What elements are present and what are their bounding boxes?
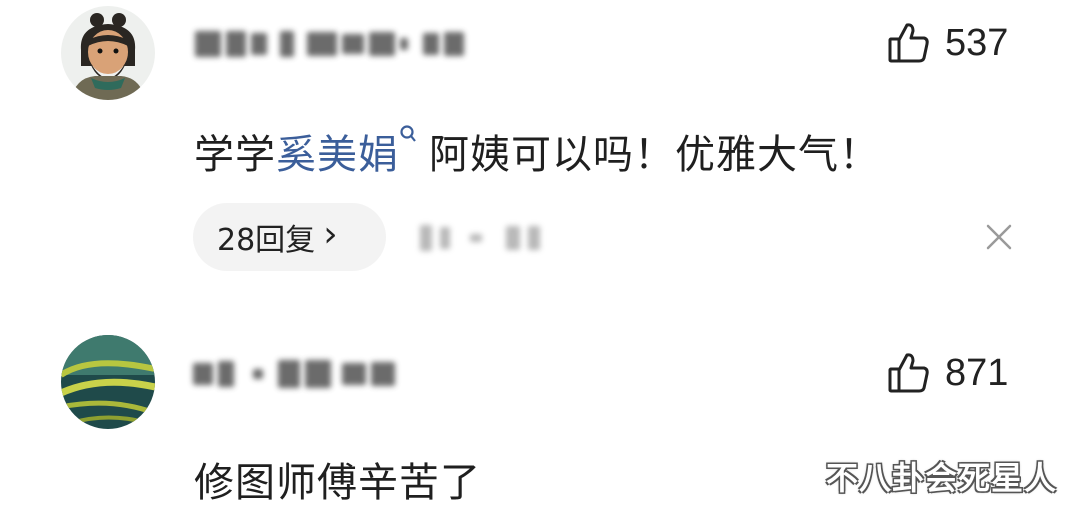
like-button[interactable]: 537 <box>887 18 1008 68</box>
close-icon[interactable] <box>982 220 1016 254</box>
thumbs-up-icon <box>888 23 929 63</box>
like-count: 537 <box>945 21 1009 64</box>
reply-label: 28回复 <box>217 223 316 258</box>
chevron-right-icon: › <box>323 214 338 255</box>
green-leaf-avatar <box>61 335 155 429</box>
comment-meta-obscured <box>420 223 540 253</box>
username-obscured[interactable] <box>195 24 464 64</box>
watermark: 不八卦会死星人 <box>825 459 1057 497</box>
avatar[interactable] <box>61 335 155 429</box>
reply-button[interactable]: 28回复 › <box>193 203 386 271</box>
comment-text-prefix: 学学 <box>194 132 276 178</box>
comment-text: 学学奚美娟 阿姨可以吗！优雅大气！ <box>194 122 880 180</box>
search-icon <box>400 125 416 142</box>
comment-text-suffix: 阿姨可以吗！优雅大气！ <box>429 132 880 178</box>
cartoon-bearded-man-avatar <box>61 6 155 100</box>
avatar[interactable] <box>61 6 155 100</box>
comment-item: 537 学学奚美娟 阿姨可以吗！优雅大气！ 28回复 › <box>0 0 1079 300</box>
username-obscured[interactable] <box>193 354 395 394</box>
thumbs-up-icon <box>888 353 929 393</box>
like-count: 871 <box>945 351 1009 394</box>
comment-text: 修图师傅辛苦了 <box>194 460 481 506</box>
like-button[interactable]: 871 <box>887 348 1008 398</box>
search-link[interactable]: 奚美娟 <box>276 132 399 178</box>
